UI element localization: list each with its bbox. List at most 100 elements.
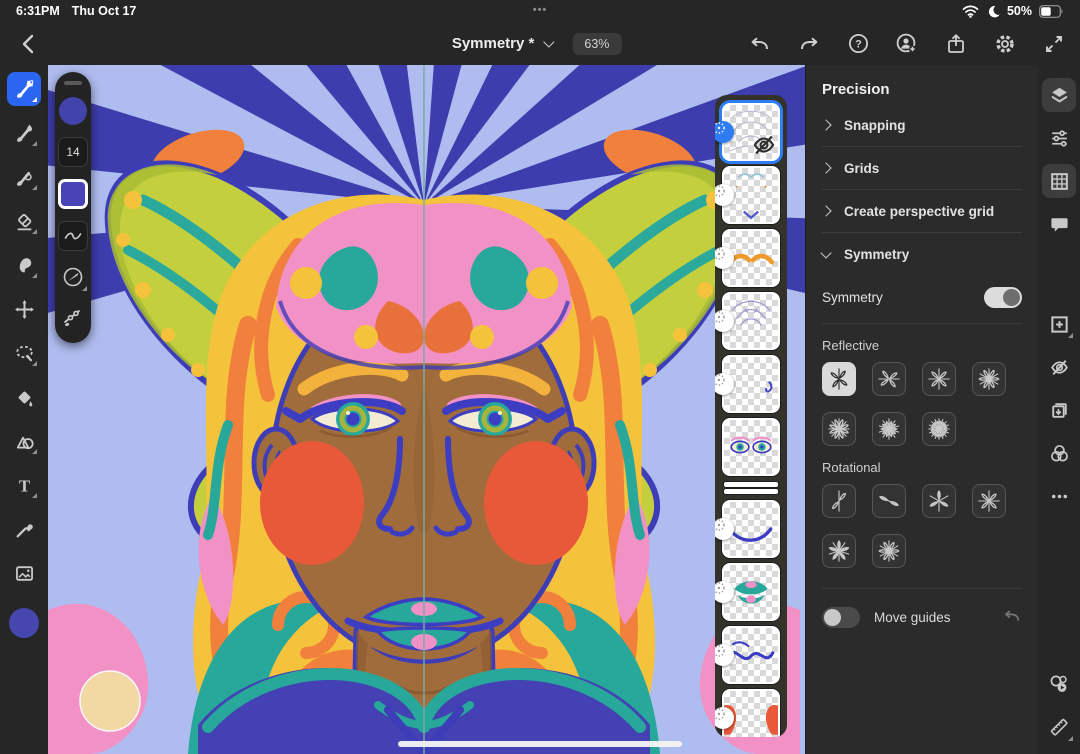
help-button[interactable]: ? [846,32,870,56]
layer-thumbnail-lace-pattern[interactable] [722,292,780,350]
smudge-tool[interactable] [7,248,41,282]
layer-thumbnail-sketch[interactable] [722,103,780,161]
brush-color-swatch[interactable] [59,97,87,125]
mixer-brush-tool[interactable] [7,160,41,194]
fill-tool[interactable] [7,380,41,414]
fullscreen-expand-icon[interactable] [1042,32,1066,56]
brush-cursor-preview [80,671,140,731]
adobe-fresco-app: 6:31PM Thu Oct 17 ••• 50% Symmetry * 63% [0,0,1080,754]
rotational-rotational-4-button[interactable] [972,484,1006,518]
eyedropper-tool[interactable] [7,512,41,546]
brush-settings-button[interactable] [59,303,87,331]
layer-visibility-button[interactable] [1042,350,1076,384]
brush-size-field[interactable]: 14 [58,137,88,167]
smoothing-button[interactable] [58,221,88,251]
multitask-dots-icon[interactable]: ••• [533,4,548,16]
live-brush-tool[interactable] [7,116,41,150]
panel-rail [1038,65,1080,754]
layers-panel-button[interactable] [1042,78,1076,112]
reflective-reflective-quad-button[interactable] [922,362,956,396]
rotational-rotational-5-button[interactable] [822,534,856,568]
reflective-reflective-hex-button[interactable] [972,362,1006,396]
precision-panel-button[interactable] [1042,164,1076,198]
section-symmetry[interactable]: Symmetry [822,232,1022,275]
symmetry-toggle[interactable] [984,287,1022,308]
rotational-rotational-6-button[interactable] [872,534,906,568]
drag-handle[interactable] [64,81,82,85]
brush-options-panel[interactable]: 14 [55,72,91,343]
layer-thumbnail-eyes[interactable] [722,418,780,476]
settings-gear-icon[interactable] [993,32,1017,56]
pixel-brush-tool[interactable] [7,72,41,106]
reflective-label: Reflective [822,338,1022,353]
reset-guides-icon[interactable] [1002,609,1022,625]
select-lasso-tool[interactable] [7,336,41,370]
document-title[interactable]: Symmetry * [452,35,535,52]
section-create-perspective-grid[interactable]: Create perspective grid [822,189,1022,232]
battery-icon [1038,0,1064,23]
place-image-tool[interactable] [7,556,41,590]
rotational-rotational-3-button[interactable] [922,484,956,518]
section-snapping[interactable]: Snapping [822,104,1022,146]
comment-panel-button[interactable] [1042,207,1076,241]
undo-button[interactable] [748,32,772,56]
ruler-button[interactable] [1042,710,1076,744]
top-toolbar: Symmetry * 63% ? [0,22,1080,65]
panel-title: Precision [822,81,1022,98]
layer-thumbnail-small-mark[interactable] [722,355,780,413]
home-indicator[interactable] [398,741,682,747]
eraser-tool[interactable] [7,204,41,238]
redo-button[interactable] [797,32,821,56]
invite-account-button[interactable] [895,32,919,56]
text-tool[interactable]: T [7,468,41,502]
tool-rail: T [0,65,48,754]
clock: 6:31PM [16,4,60,18]
reflective-reflective-16-button[interactable] [922,412,956,446]
shapes-tool[interactable] [7,424,41,458]
reflective-reflective-horizontal-button[interactable] [872,362,906,396]
share-button[interactable] [944,32,968,56]
rotational-rotational-2-diagonal-button[interactable] [872,484,906,518]
layers-filmstrip[interactable] [715,95,787,737]
layer-thumbnail-eyebrows[interactable] [722,229,780,287]
battery-percent: 50% [1007,4,1032,18]
move-guides-label: Move guides [874,610,951,625]
layer-thumbnail-face-guides[interactable] [722,166,780,224]
reflective-reflective-8-button[interactable] [822,412,856,446]
blend-modes-button[interactable] [1042,436,1076,470]
collapsed-layers-stack[interactable] [724,482,778,494]
timelapse-button[interactable] [1042,667,1076,701]
chevron-down-icon [820,247,831,258]
layer-thumbnail-collar-lines[interactable] [722,626,780,684]
document-title-group[interactable]: Symmetry * 63% [452,22,622,65]
rotational-label: Rotational [822,460,1022,475]
section-grids[interactable]: Grids [822,146,1022,189]
chevron-right-icon [820,162,831,173]
more-options-button[interactable] [1042,479,1076,513]
move-tool[interactable] [7,292,41,326]
rotational-rotational-2-vertical-button[interactable] [822,484,856,518]
active-color-swatch[interactable] [9,608,39,638]
merge-down-button[interactable] [1042,393,1076,427]
taper-button[interactable] [59,263,87,291]
add-layer-button[interactable] [1042,307,1076,341]
layer-thumbnail-smile-line[interactable] [722,500,780,558]
precision-panel: Precision Snapping Grids Create perspect… [805,65,1038,754]
selected-color-swatch[interactable] [58,179,88,209]
wifi-icon [962,4,980,18]
move-guides-toggle[interactable] [822,607,860,628]
rotational-options-grid [822,484,1023,568]
reflective-reflective-10-button[interactable] [872,412,906,446]
drawing-canvas[interactable] [48,65,805,754]
brush-settings-panel-button[interactable] [1042,121,1076,155]
do-not-disturb-moon-icon [986,0,1001,23]
layer-thumbnail-lips[interactable] [722,563,780,621]
back-button[interactable] [14,30,42,58]
reflective-options-grid [822,362,1023,446]
reflective-reflective-vertical-button[interactable] [822,362,856,396]
layer-thumbnail-cheeks[interactable] [722,689,780,737]
status-bar: 6:31PM Thu Oct 17 ••• 50% [0,0,1080,22]
chevron-down-icon [543,36,554,47]
zoom-level-badge[interactable]: 63% [572,33,621,55]
symmetry-toggle-row: Symmetry [822,275,1022,319]
